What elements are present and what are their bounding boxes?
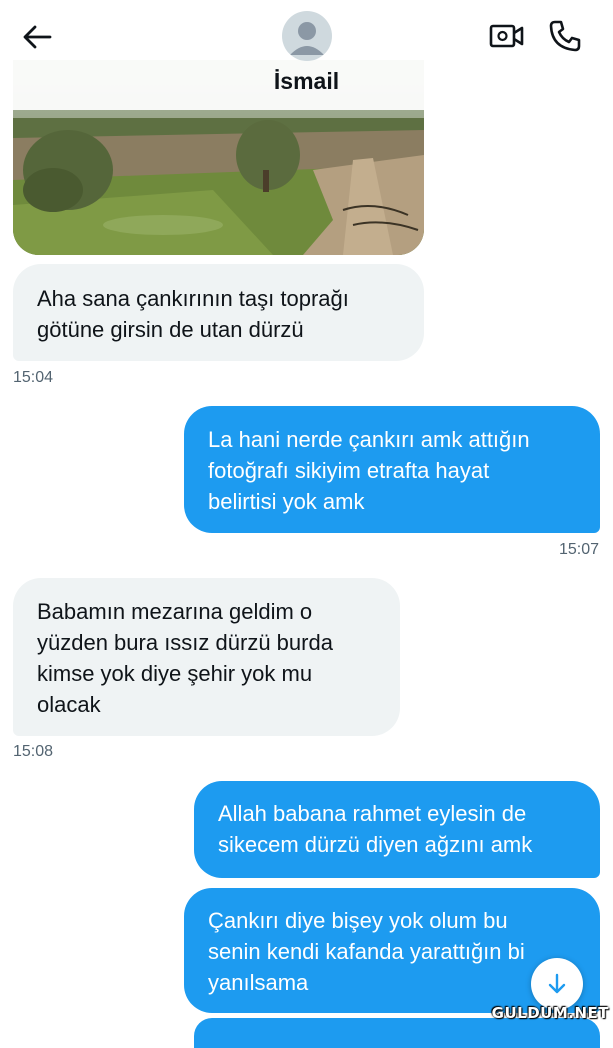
message-text: fotoğrafı sikiyim etrafta hayat <box>208 458 490 483</box>
message-text: götüne girsin de utan dürzü <box>37 317 304 342</box>
message-bubble-outgoing[interactable]: La hani nerde çankırı amk attığın fotoğr… <box>184 406 600 533</box>
avatar[interactable] <box>282 11 332 61</box>
voice-call-button[interactable] <box>546 17 584 55</box>
message-text: kimse yok diye şehir yok mu <box>37 661 313 686</box>
watermark: GULDUM.NET <box>491 1004 609 1022</box>
arrow-down-icon <box>548 973 566 994</box>
scroll-to-bottom-button[interactable] <box>531 958 583 1010</box>
message-timestamp: 15:07 <box>558 541 599 558</box>
message-text: sikecem dürzü diyen ağzını amk <box>218 832 533 857</box>
default-avatar-icon <box>290 22 324 55</box>
video-call-icon <box>489 24 524 48</box>
message-text: Çankırı diye bişey yok olum bu <box>208 908 508 933</box>
message-text: belirtisi yok amk <box>208 489 365 514</box>
arrow-left-icon <box>23 25 52 49</box>
message-text: Aha sana çankırının taşı toprağı <box>37 286 349 311</box>
back-button[interactable] <box>20 20 54 54</box>
message-timestamp: 15:04 <box>13 369 54 386</box>
video-call-button[interactable] <box>488 20 526 52</box>
message-bubble-outgoing[interactable]: Allah babana rahmet eylesin de sikecem d… <box>194 781 600 878</box>
conversation-header: İsmail <box>0 0 613 110</box>
message-text: yüzden bura ıssız dürzü burda <box>37 630 333 655</box>
phone-icon <box>549 20 581 52</box>
message-text: Allah babana rahmet eylesin de <box>218 801 527 826</box>
message-bubble-incoming[interactable]: Aha sana çankırının taşı toprağı götüne … <box>13 264 424 361</box>
message-timestamp: 15:08 <box>13 743 54 760</box>
message-text: La hani nerde çankırı amk attığın <box>208 427 530 452</box>
message-text: olacak <box>37 692 101 717</box>
message-bubble-incoming[interactable]: Babamın mezarına geldim o yüzden bura ıs… <box>13 578 400 736</box>
message-text: Babamın mezarına geldim o <box>37 599 313 624</box>
message-bubble-outgoing[interactable] <box>194 1018 600 1048</box>
contact-name[interactable]: İsmail <box>0 68 613 95</box>
